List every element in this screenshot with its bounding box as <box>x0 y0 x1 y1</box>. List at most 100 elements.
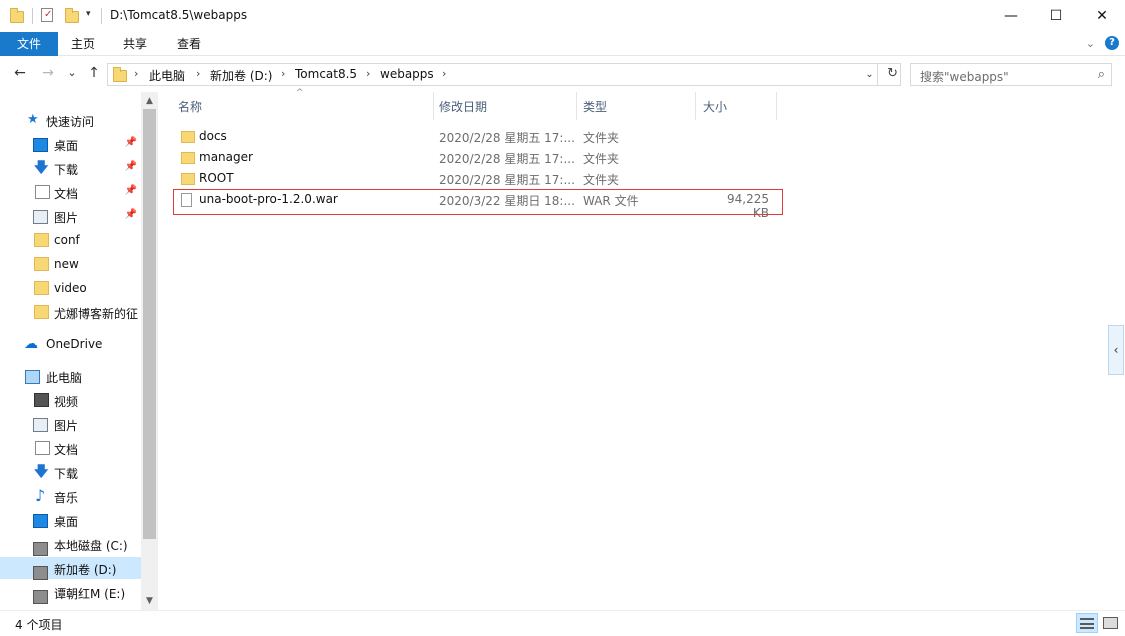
sidebar-item-label: 桌面 <box>54 515 79 529</box>
sidebar-item-quick-access[interactable]: ★ 快速访问 <box>0 109 141 131</box>
chevron-right-icon[interactable]: › <box>442 67 446 80</box>
new-folder-icon[interactable] <box>65 8 79 23</box>
download-icon: 🡇 <box>34 160 49 176</box>
sidebar-item-desktop[interactable]: 桌面 <box>0 509 141 531</box>
pin-icon[interactable]: 📌 <box>125 137 137 148</box>
file-name: manager <box>199 150 253 164</box>
music-icon: ♪ <box>35 486 46 505</box>
expand-ribbon-icon[interactable]: ⌄ <box>1086 37 1095 50</box>
column-header-label: 修改日期 <box>439 100 488 114</box>
minimize-button[interactable]: — <box>988 0 1034 32</box>
sidebar-item-label: 快速访问 <box>46 115 95 129</box>
tab-view[interactable]: 查看 <box>164 32 214 56</box>
pin-icon[interactable]: 📌 <box>125 185 137 196</box>
sidebar-item-downloads[interactable]: 🡇 下载 📌 <box>0 157 141 179</box>
sidebar-item-conf[interactable]: conf <box>0 229 141 251</box>
refresh-icon[interactable]: ↻ <box>887 66 898 81</box>
maximize-button[interactable]: ☐ <box>1033 0 1079 32</box>
sidebar-item-drive-e[interactable]: 谭朝红M (E:) <box>0 581 141 604</box>
sidebar-item-onedrive[interactable]: ☁ OneDrive <box>0 333 141 355</box>
pin-icon[interactable]: 📌 <box>125 161 137 172</box>
breadcrumb-webapps[interactable]: webapps <box>380 67 434 81</box>
sidebar-item-desktop[interactable]: 桌面 📌 <box>0 133 141 155</box>
scroll-down-icon[interactable]: ▼ <box>141 596 158 606</box>
sidebar-item-this-pc[interactable]: 此电脑 <box>0 365 141 387</box>
tab-share[interactable]: 共享 <box>110 32 160 56</box>
chevron-right-icon[interactable]: › <box>196 67 200 80</box>
computer-icon <box>25 370 40 384</box>
column-header-label: 名称 <box>178 100 203 114</box>
sidebar-item-label: 新加卷 (D:) <box>54 563 117 577</box>
sidebar-item-music[interactable]: ♪ 音乐 <box>0 485 141 507</box>
sidebar-item-documents[interactable]: 文档 <box>0 437 141 459</box>
breadcrumb-drive-d[interactable]: 新加卷 (D:) <box>210 67 272 84</box>
folder-icon <box>181 131 195 143</box>
file-date: 2020/2/28 星期五 17:... <box>439 131 575 145</box>
column-header-label: 类型 <box>583 100 608 114</box>
ribbon: 文件 主页 共享 查看 ⌄ ? <box>0 32 1125 56</box>
sidebar-item-drive-c[interactable]: 本地磁盘 (C:) <box>0 533 141 556</box>
back-button[interactable]: ← <box>11 65 29 81</box>
title-bar: ✓ ▾ D:\Tomcat8.5\webapps — ☐ ✕ <box>0 0 1125 32</box>
forward-button[interactable]: → <box>39 65 57 81</box>
sidebar-item-documents[interactable]: 文档 📌 <box>0 181 141 203</box>
file-row[interactable]: una-boot-pro-1.2.0.war 2020/3/22 星期日 18:… <box>173 189 783 220</box>
help-icon[interactable]: ? <box>1105 36 1119 50</box>
folder-icon <box>34 233 49 247</box>
navigation-pane: ★ 快速访问 桌面 📌 🡇 下载 📌 文档 📌 图片 📌 conf new vi… <box>0 92 158 610</box>
customize-toolbar-icon[interactable]: ▾ <box>86 9 91 19</box>
folder-icon <box>113 67 127 82</box>
file-name: una-boot-pro-1.2.0.war <box>199 192 338 206</box>
column-header-type[interactable]: 类型 <box>577 92 695 120</box>
navigation-bar: ← → ⌄ ↑ › 此电脑 › 新加卷 (D:) › Tomcat8.5 › w… <box>0 57 1125 92</box>
sidebar-item-downloads[interactable]: 🡇 下载 <box>0 461 141 483</box>
sidebar-item-drive-d[interactable]: 新加卷 (D:) <box>0 557 141 580</box>
sidebar-item-pictures[interactable]: 图片 <box>0 413 141 435</box>
sidebar-item-videos[interactable]: 视频 <box>0 389 141 411</box>
pin-icon[interactable]: 📌 <box>125 209 137 220</box>
sidebar-item-label: conf <box>54 233 80 247</box>
properties-icon[interactable]: ✓ <box>41 8 53 22</box>
search-input[interactable]: 搜索"webapps" ⌕ <box>910 63 1112 86</box>
file-row[interactable]: docs 2020/2/28 星期五 17:... 文件夹 <box>173 126 783 147</box>
file-row[interactable]: ROOT 2020/2/28 星期五 17:... 文件夹 <box>173 168 783 189</box>
large-icons-view-button[interactable] <box>1099 613 1121 633</box>
address-bar[interactable]: › 此电脑 › 新加卷 (D:) › Tomcat8.5 › webapps ›… <box>107 63 901 86</box>
sidebar-item-label: new <box>54 257 79 271</box>
navigation-scrollbar[interactable]: ▲ ▼ <box>141 92 158 610</box>
column-header-date[interactable]: 修改日期 <box>434 92 576 120</box>
sidebar-item-video[interactable]: video <box>0 277 141 299</box>
address-dropdown-icon[interactable]: ⌄ <box>862 64 878 85</box>
breadcrumb-tomcat[interactable]: Tomcat8.5 <box>295 67 357 81</box>
column-divider[interactable] <box>776 92 777 120</box>
file-row[interactable]: manager 2020/2/28 星期五 17:... 文件夹 <box>173 147 783 168</box>
breadcrumb-this-pc[interactable]: 此电脑 <box>149 67 185 84</box>
close-button[interactable]: ✕ <box>1079 0 1125 32</box>
details-view-button[interactable] <box>1076 613 1098 633</box>
chevron-left-icon[interactable]: ‹ <box>1114 343 1119 357</box>
file-date: 2020/2/28 星期五 17:... <box>439 152 575 166</box>
chevron-right-icon[interactable]: › <box>281 67 285 80</box>
up-button[interactable]: ↑ <box>85 65 103 81</box>
file-type: 文件夹 <box>583 152 620 166</box>
recent-locations-button[interactable]: ⌄ <box>63 66 81 79</box>
tab-home[interactable]: 主页 <box>58 32 108 56</box>
sidebar-item-pictures[interactable]: 图片 📌 <box>0 205 141 227</box>
sidebar-item-new[interactable]: new <box>0 253 141 275</box>
column-header-name[interactable]: 名称 <box>173 92 433 120</box>
chevron-right-icon[interactable]: › <box>366 67 370 80</box>
file-type: 文件夹 <box>583 173 620 187</box>
file-date: 2020/2/28 星期五 17:... <box>439 173 575 187</box>
details-pane-toggle[interactable]: ‹ <box>1108 325 1124 375</box>
column-header-size[interactable]: 大小 <box>696 92 776 120</box>
document-icon <box>35 185 50 199</box>
search-icon[interactable]: ⌕ <box>1098 67 1105 82</box>
tab-file[interactable]: 文件 <box>0 32 58 56</box>
folder-icon <box>34 281 49 295</box>
scrollbar-thumb[interactable] <box>143 109 156 539</box>
sidebar-item-blog-folder[interactable]: 尤娜博客新的征 <box>0 301 141 323</box>
divider <box>32 8 33 24</box>
file-type: 文件夹 <box>583 131 620 145</box>
scroll-up-icon[interactable]: ▲ <box>141 96 158 106</box>
chevron-right-icon[interactable]: › <box>134 67 138 80</box>
